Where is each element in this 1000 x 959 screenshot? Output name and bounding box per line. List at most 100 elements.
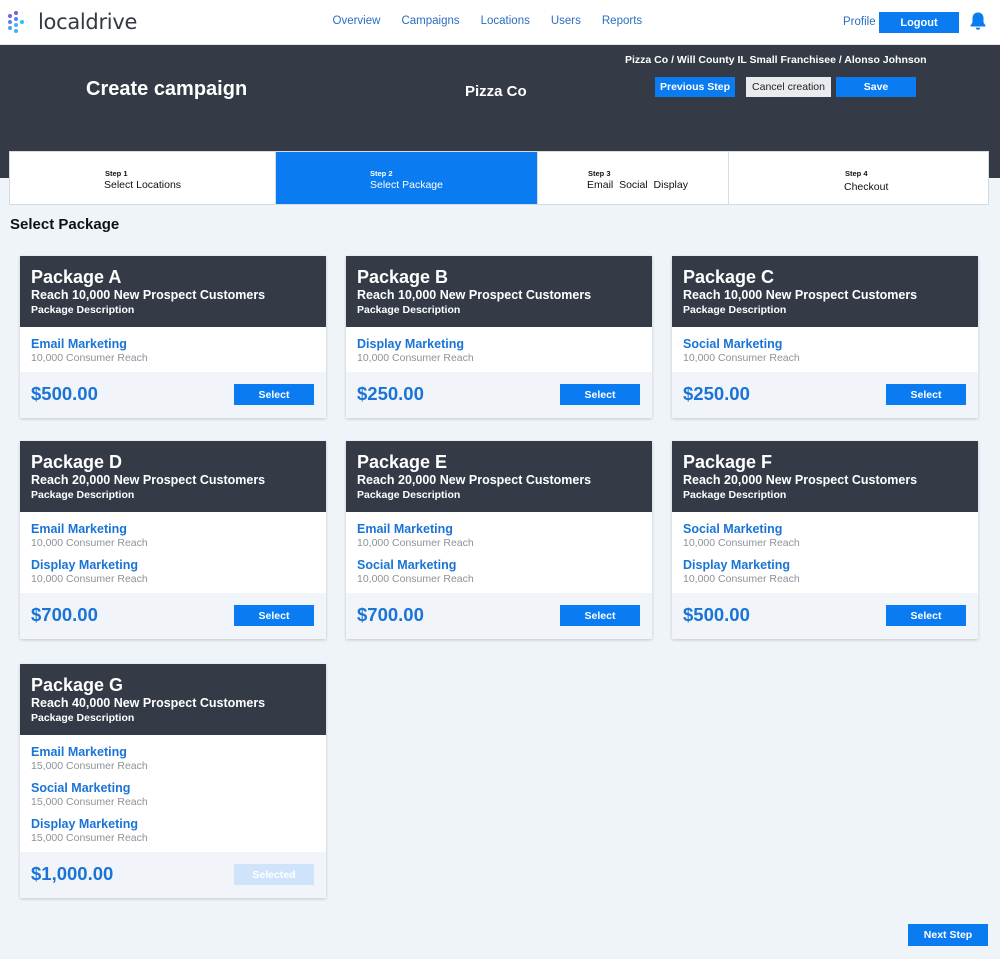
- package-name: Package D: [31, 452, 123, 472]
- package-footer: $700.00 Select: [346, 593, 652, 639]
- nav-reports[interactable]: Reports: [602, 15, 642, 27]
- package-footer: $500.00 Select: [20, 372, 326, 418]
- company-name: Pizza Co: [465, 83, 527, 100]
- package-footer: $500.00 Select: [672, 593, 978, 639]
- package-price: $700.00: [357, 604, 424, 625]
- package-name: Package E: [357, 452, 448, 472]
- nav-locations[interactable]: Locations: [481, 15, 530, 27]
- section-title: Select Package: [10, 216, 120, 233]
- package-footer: $700.00 Select: [20, 593, 326, 639]
- package-price: $700.00: [31, 604, 98, 625]
- channel-reach: 15,000 Consumer Reach: [31, 832, 148, 844]
- package-channels: Email Marketing 15,000 Consumer Reach Soci…: [20, 735, 326, 845]
- step-3[interactable]: Step 3 Email Social Display: [538, 152, 729, 204]
- nav-campaigns[interactable]: Campaigns: [401, 15, 459, 27]
- step-indicator: Step 1 Select Locations Step 2 Select Pa…: [9, 151, 989, 205]
- main-nav: Overview Campaigns Locations Users Repor…: [322, 15, 653, 27]
- channel-reach: 10,000 Consumer Reach: [683, 537, 800, 549]
- select-package-button[interactable]: Select: [560, 605, 640, 626]
- step-label: Checkout: [844, 181, 889, 193]
- channel-name: Social Marketing: [31, 781, 131, 795]
- channel-item: Display Marketing 10,000 Consumer Reach: [683, 557, 967, 586]
- package-footer: $1,000.00 Selected: [20, 852, 326, 898]
- package-description: Package Description: [31, 489, 135, 501]
- channel-name: Display Marketing: [31, 817, 138, 831]
- package-channels: Social Marketing 10,000 Consumer Reach Dis…: [672, 512, 978, 586]
- package-reach: Reach 40,000 New Prospect Customers: [31, 696, 266, 710]
- channel-item: Display Marketing 10,000 Consumer Reach: [357, 336, 641, 365]
- channel-item: Social Marketing 10,000 Consumer Reach: [357, 557, 641, 586]
- package-name: Package F: [683, 452, 773, 472]
- package-header: Package E Reach 20,000 New Prospect Custo…: [346, 441, 652, 512]
- channel-name: Email Marketing: [31, 522, 127, 536]
- channel-name: Display Marketing: [31, 558, 138, 572]
- package-name: Package G: [31, 675, 124, 695]
- package-name: Package B: [357, 267, 449, 287]
- step-4[interactable]: Step 4 Checkout: [729, 152, 988, 204]
- profile-link[interactable]: Profile: [843, 16, 876, 28]
- package-price: $500.00: [683, 604, 750, 625]
- channel-item: Display Marketing 15,000 Consumer Reach: [31, 816, 315, 845]
- package-description: Package Description: [31, 304, 135, 316]
- channel-reach: 10,000 Consumer Reach: [31, 352, 148, 364]
- step-1[interactable]: Step 1 Select Locations: [10, 152, 276, 204]
- select-package-button[interactable]: Select: [886, 605, 966, 626]
- step-2[interactable]: Step 2 Select Package: [276, 152, 538, 204]
- channel-reach: 10,000 Consumer Reach: [31, 537, 148, 549]
- package-card: Package D Reach 20,000 New Prospect Custo…: [20, 441, 326, 639]
- channel-name: Email Marketing: [31, 337, 127, 351]
- package-price: $500.00: [31, 383, 98, 404]
- step-number: Step 4: [845, 169, 868, 178]
- select-package-button[interactable]: Select: [234, 605, 314, 626]
- package-card: Package C Reach 10,000 New Prospect Custo…: [672, 256, 978, 418]
- cancel-creation-button[interactable]: Cancel creation: [746, 77, 831, 97]
- package-card: Package F Reach 20,000 New Prospect Custo…: [672, 441, 978, 639]
- logo[interactable]: localdrive: [8, 9, 137, 35]
- package-description: Package Description: [357, 489, 461, 501]
- channel-item: Social Marketing 15,000 Consumer Reach: [31, 780, 315, 809]
- next-step-button[interactable]: Next Step: [908, 924, 988, 946]
- package-reach: Reach 20,000 New Prospect Customers: [683, 473, 918, 487]
- package-reach: Reach 20,000 New Prospect Customers: [357, 473, 592, 487]
- step-label: Select Package: [370, 179, 443, 191]
- nav-users[interactable]: Users: [551, 15, 581, 27]
- package-description: Package Description: [683, 489, 787, 501]
- package-channels: Display Marketing 10,000 Consumer Reach: [346, 327, 652, 365]
- channel-item: Email Marketing 10,000 Consumer Reach: [31, 336, 315, 365]
- step-number: Step 1: [105, 169, 128, 178]
- select-package-button[interactable]: Select: [234, 384, 314, 405]
- channel-reach: 15,000 Consumer Reach: [31, 760, 148, 772]
- package-header: Package B Reach 10,000 New Prospect Custo…: [346, 256, 652, 327]
- package-price: $250.00: [357, 383, 424, 404]
- package-footer: $250.00 Select: [672, 372, 978, 418]
- package-card: Package A Reach 10,000 New Prospect Custo…: [20, 256, 326, 418]
- channel-reach: 15,000 Consumer Reach: [31, 796, 148, 808]
- save-button[interactable]: Save: [836, 77, 916, 97]
- package-header: Package D Reach 20,000 New Prospect Custo…: [20, 441, 326, 512]
- package-header: Package A Reach 10,000 New Prospect Custo…: [20, 256, 326, 327]
- page-title: Create campaign: [86, 78, 248, 100]
- channel-name: Display Marketing: [357, 337, 464, 351]
- package-name: Package C: [683, 267, 775, 287]
- package-name: Package A: [31, 267, 122, 287]
- nav-overview[interactable]: Overview: [333, 15, 381, 27]
- package-card: Package B Reach 10,000 New Prospect Custo…: [346, 256, 652, 418]
- channel-reach: 10,000 Consumer Reach: [683, 352, 800, 364]
- bell-icon[interactable]: [969, 11, 987, 31]
- step-number: Step 2: [370, 169, 393, 178]
- select-package-button[interactable]: Select: [886, 384, 966, 405]
- select-package-button[interactable]: Select: [560, 384, 640, 405]
- channel-item: Email Marketing 15,000 Consumer Reach: [31, 744, 315, 773]
- previous-step-button[interactable]: Previous Step: [655, 77, 735, 97]
- package-price: $250.00: [683, 383, 750, 404]
- channel-item: Social Marketing 10,000 Consumer Reach: [683, 521, 967, 550]
- logout-button[interactable]: Logout: [879, 12, 959, 33]
- package-footer: $250.00 Select: [346, 372, 652, 418]
- select-package-button[interactable]: Selected: [234, 864, 314, 885]
- channel-item: Social Marketing 10,000 Consumer Reach: [683, 336, 967, 365]
- step-number: Step 3: [588, 169, 611, 178]
- package-reach: Reach 10,000 New Prospect Customers: [357, 288, 592, 302]
- package-header: Package G Reach 40,000 New Prospect Custo…: [20, 664, 326, 735]
- package-card: Package G Reach 40,000 New Prospect Custo…: [20, 664, 326, 898]
- channel-reach: 10,000 Consumer Reach: [357, 537, 474, 549]
